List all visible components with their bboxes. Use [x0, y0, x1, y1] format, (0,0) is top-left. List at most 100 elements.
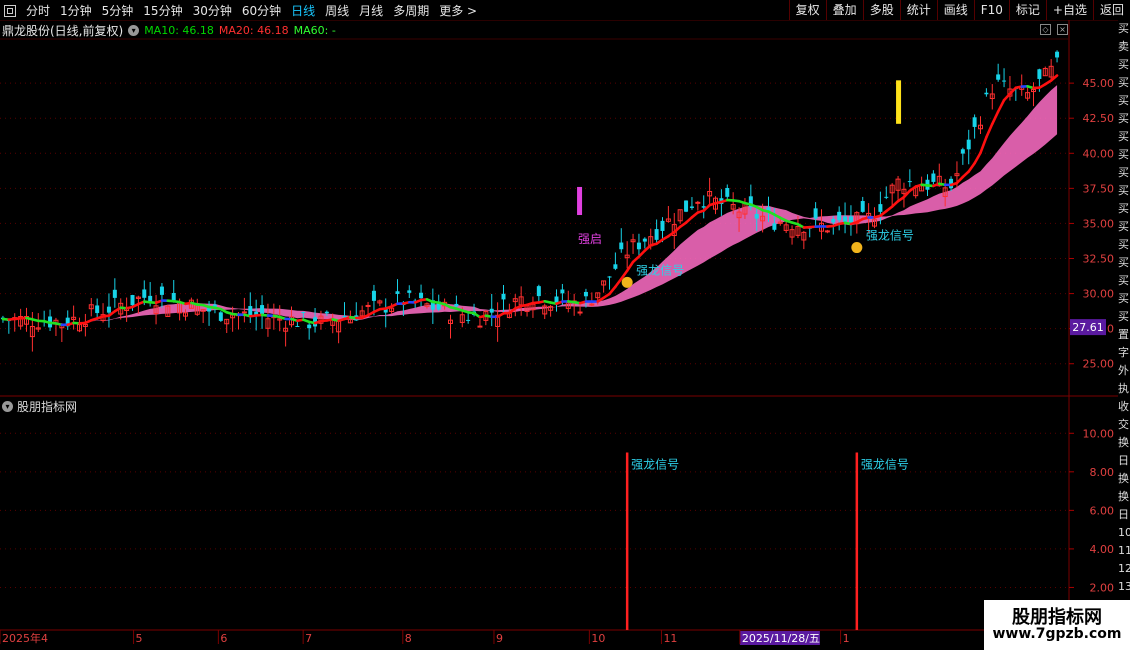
period-tab-1min[interactable]: 1分钟 — [60, 2, 92, 19]
sidebar-item[interactable]: 执 — [1118, 380, 1130, 398]
price-chart[interactable]: 强龙信号强龙信号强启 45.0042.5040.0037.5035.0032.5… — [0, 0, 1130, 650]
ma-line-segment — [908, 185, 918, 193]
sidebar-item[interactable]: 买 — [1118, 182, 1130, 200]
sidebar-item[interactable]: 买 — [1118, 128, 1130, 146]
sidebar-item[interactable]: 买 — [1118, 218, 1130, 236]
multi-stock-button[interactable]: 多股 — [862, 0, 900, 20]
sidebar-item[interactable]: 换 — [1118, 434, 1130, 452]
ma-line-segment — [207, 305, 217, 310]
sidebar-item[interactable]: 买 — [1118, 200, 1130, 218]
sidebar-item[interactable]: 买 — [1118, 254, 1130, 272]
sidebar-item[interactable]: 换 — [1118, 488, 1130, 506]
period-tab-60min[interactable]: 60分钟 — [242, 2, 281, 19]
candle-body — [419, 292, 424, 299]
ma-line-segment — [472, 311, 482, 319]
sidebar-item[interactable]: 卖 — [1118, 38, 1130, 56]
draw-button[interactable]: 画线 — [936, 0, 974, 20]
sidebar-item[interactable]: 买 — [1118, 308, 1130, 326]
sidebar-item[interactable]: 13 — [1118, 578, 1130, 596]
candle-body — [936, 175, 942, 187]
period-tab-more[interactable]: 更多 > — [439, 2, 477, 19]
sidebar-item[interactable]: 交 — [1118, 416, 1130, 434]
ma-line-segment — [920, 183, 929, 187]
settings-icon[interactable]: ◇ — [1040, 24, 1051, 35]
sidebar-item[interactable]: 买 — [1118, 290, 1130, 308]
ma-line-segment — [119, 306, 128, 310]
chevron-down-icon[interactable]: ▾ — [2, 401, 13, 412]
candle-body — [383, 307, 388, 313]
ma-line-segment — [1026, 85, 1035, 90]
stats-button[interactable]: 统计 — [899, 0, 937, 20]
right-sidebar[interactable]: 买卖买买买买买买买买买买买买买买买置字外执收交换日换换日101112131415 — [1118, 20, 1130, 650]
ma-line-segment — [884, 205, 894, 213]
sidebar-item[interactable]: 日 — [1118, 452, 1130, 470]
sidebar-item[interactable]: 置 — [1118, 326, 1130, 344]
ma-line-segment — [619, 269, 629, 281]
ma-line-segment — [154, 299, 164, 305]
indicator-title[interactable]: 股朋指标网 — [17, 398, 77, 415]
period-tab-monthly[interactable]: 月线 — [359, 2, 383, 19]
ma-line-segment — [449, 305, 458, 310]
period-tab-multi[interactable]: 多周期 — [393, 2, 429, 19]
candle-body — [789, 229, 795, 238]
window-icon[interactable] — [4, 4, 16, 17]
sidebar-item[interactable]: 买 — [1118, 74, 1130, 92]
stock-title[interactable]: 鼎龙股份(日线,前复权) — [2, 22, 123, 39]
ma-line-segment — [172, 299, 181, 304]
candle-body — [407, 290, 412, 293]
period-tab-daily[interactable]: 日线 — [291, 2, 315, 19]
period-tab-15min[interactable]: 15分钟 — [143, 2, 182, 19]
adjust-button[interactable]: 复权 — [788, 0, 826, 20]
sidebar-item[interactable]: 买 — [1118, 272, 1130, 290]
candle-body — [760, 215, 766, 222]
sidebar-item[interactable]: 外 — [1118, 362, 1130, 380]
sidebar-item[interactable]: 买 — [1118, 236, 1130, 254]
ma-line-segment — [366, 310, 376, 317]
sidebar-item[interactable]: 买 — [1118, 110, 1130, 128]
sidebar-item[interactable]: 12 — [1118, 560, 1130, 578]
candle-body — [660, 220, 665, 231]
sidebar-item[interactable]: 11 — [1118, 542, 1130, 560]
candle-body — [260, 305, 265, 317]
ma-line-segment — [243, 313, 252, 318]
ma-line-segment — [195, 303, 205, 307]
y-tick-label: 25.00 — [1083, 358, 1115, 371]
sidebar-item[interactable]: 买 — [1118, 164, 1130, 182]
sidebar-item[interactable]: 换 — [1118, 470, 1130, 488]
chevron-down-icon[interactable]: ▾ — [128, 24, 140, 36]
ma-line-segment — [337, 317, 346, 323]
candle-body — [783, 224, 789, 231]
back-button[interactable]: 返回 — [1092, 0, 1130, 20]
sidebar-item[interactable]: 10 — [1118, 524, 1130, 542]
close-icon[interactable]: × — [1057, 24, 1068, 35]
x-tick-label: 6 — [220, 632, 227, 645]
ma-line-segment — [190, 301, 199, 306]
sidebar-item[interactable]: 字 — [1118, 344, 1130, 362]
breakout-signal-bar — [896, 80, 902, 124]
candle-body — [307, 324, 312, 329]
ma-line-segment — [549, 301, 558, 305]
period-tab-weekly[interactable]: 周线 — [325, 2, 349, 19]
candle-body — [595, 292, 601, 299]
x-tick-label: 7 — [305, 632, 312, 645]
candle-body — [689, 206, 694, 208]
candle-body — [365, 304, 371, 307]
sidebar-item[interactable]: 买 — [1118, 56, 1130, 74]
sidebar-item[interactable]: 买 — [1118, 92, 1130, 110]
sidebar-item[interactable]: 买 — [1118, 20, 1130, 38]
candle-body — [954, 173, 960, 177]
candle-body — [188, 299, 194, 309]
add-watchlist-button[interactable]: +自选 — [1045, 0, 1093, 20]
ma-line-segment — [855, 217, 865, 224]
overlay-button[interactable]: 叠加 — [825, 0, 863, 20]
period-tab-intraday[interactable]: 分时 — [26, 2, 50, 19]
sidebar-item[interactable]: 买 — [1118, 146, 1130, 164]
period-tab-5min[interactable]: 5分钟 — [102, 2, 134, 19]
mark-button[interactable]: 标记 — [1008, 0, 1046, 20]
period-tab-30min[interactable]: 30分钟 — [193, 2, 232, 19]
ma-line-segment — [566, 300, 576, 304]
sidebar-item[interactable]: 收 — [1118, 398, 1130, 416]
candle-body — [35, 327, 41, 330]
f10-button[interactable]: F10 — [973, 0, 1009, 20]
sidebar-item[interactable]: 日 — [1118, 506, 1130, 524]
